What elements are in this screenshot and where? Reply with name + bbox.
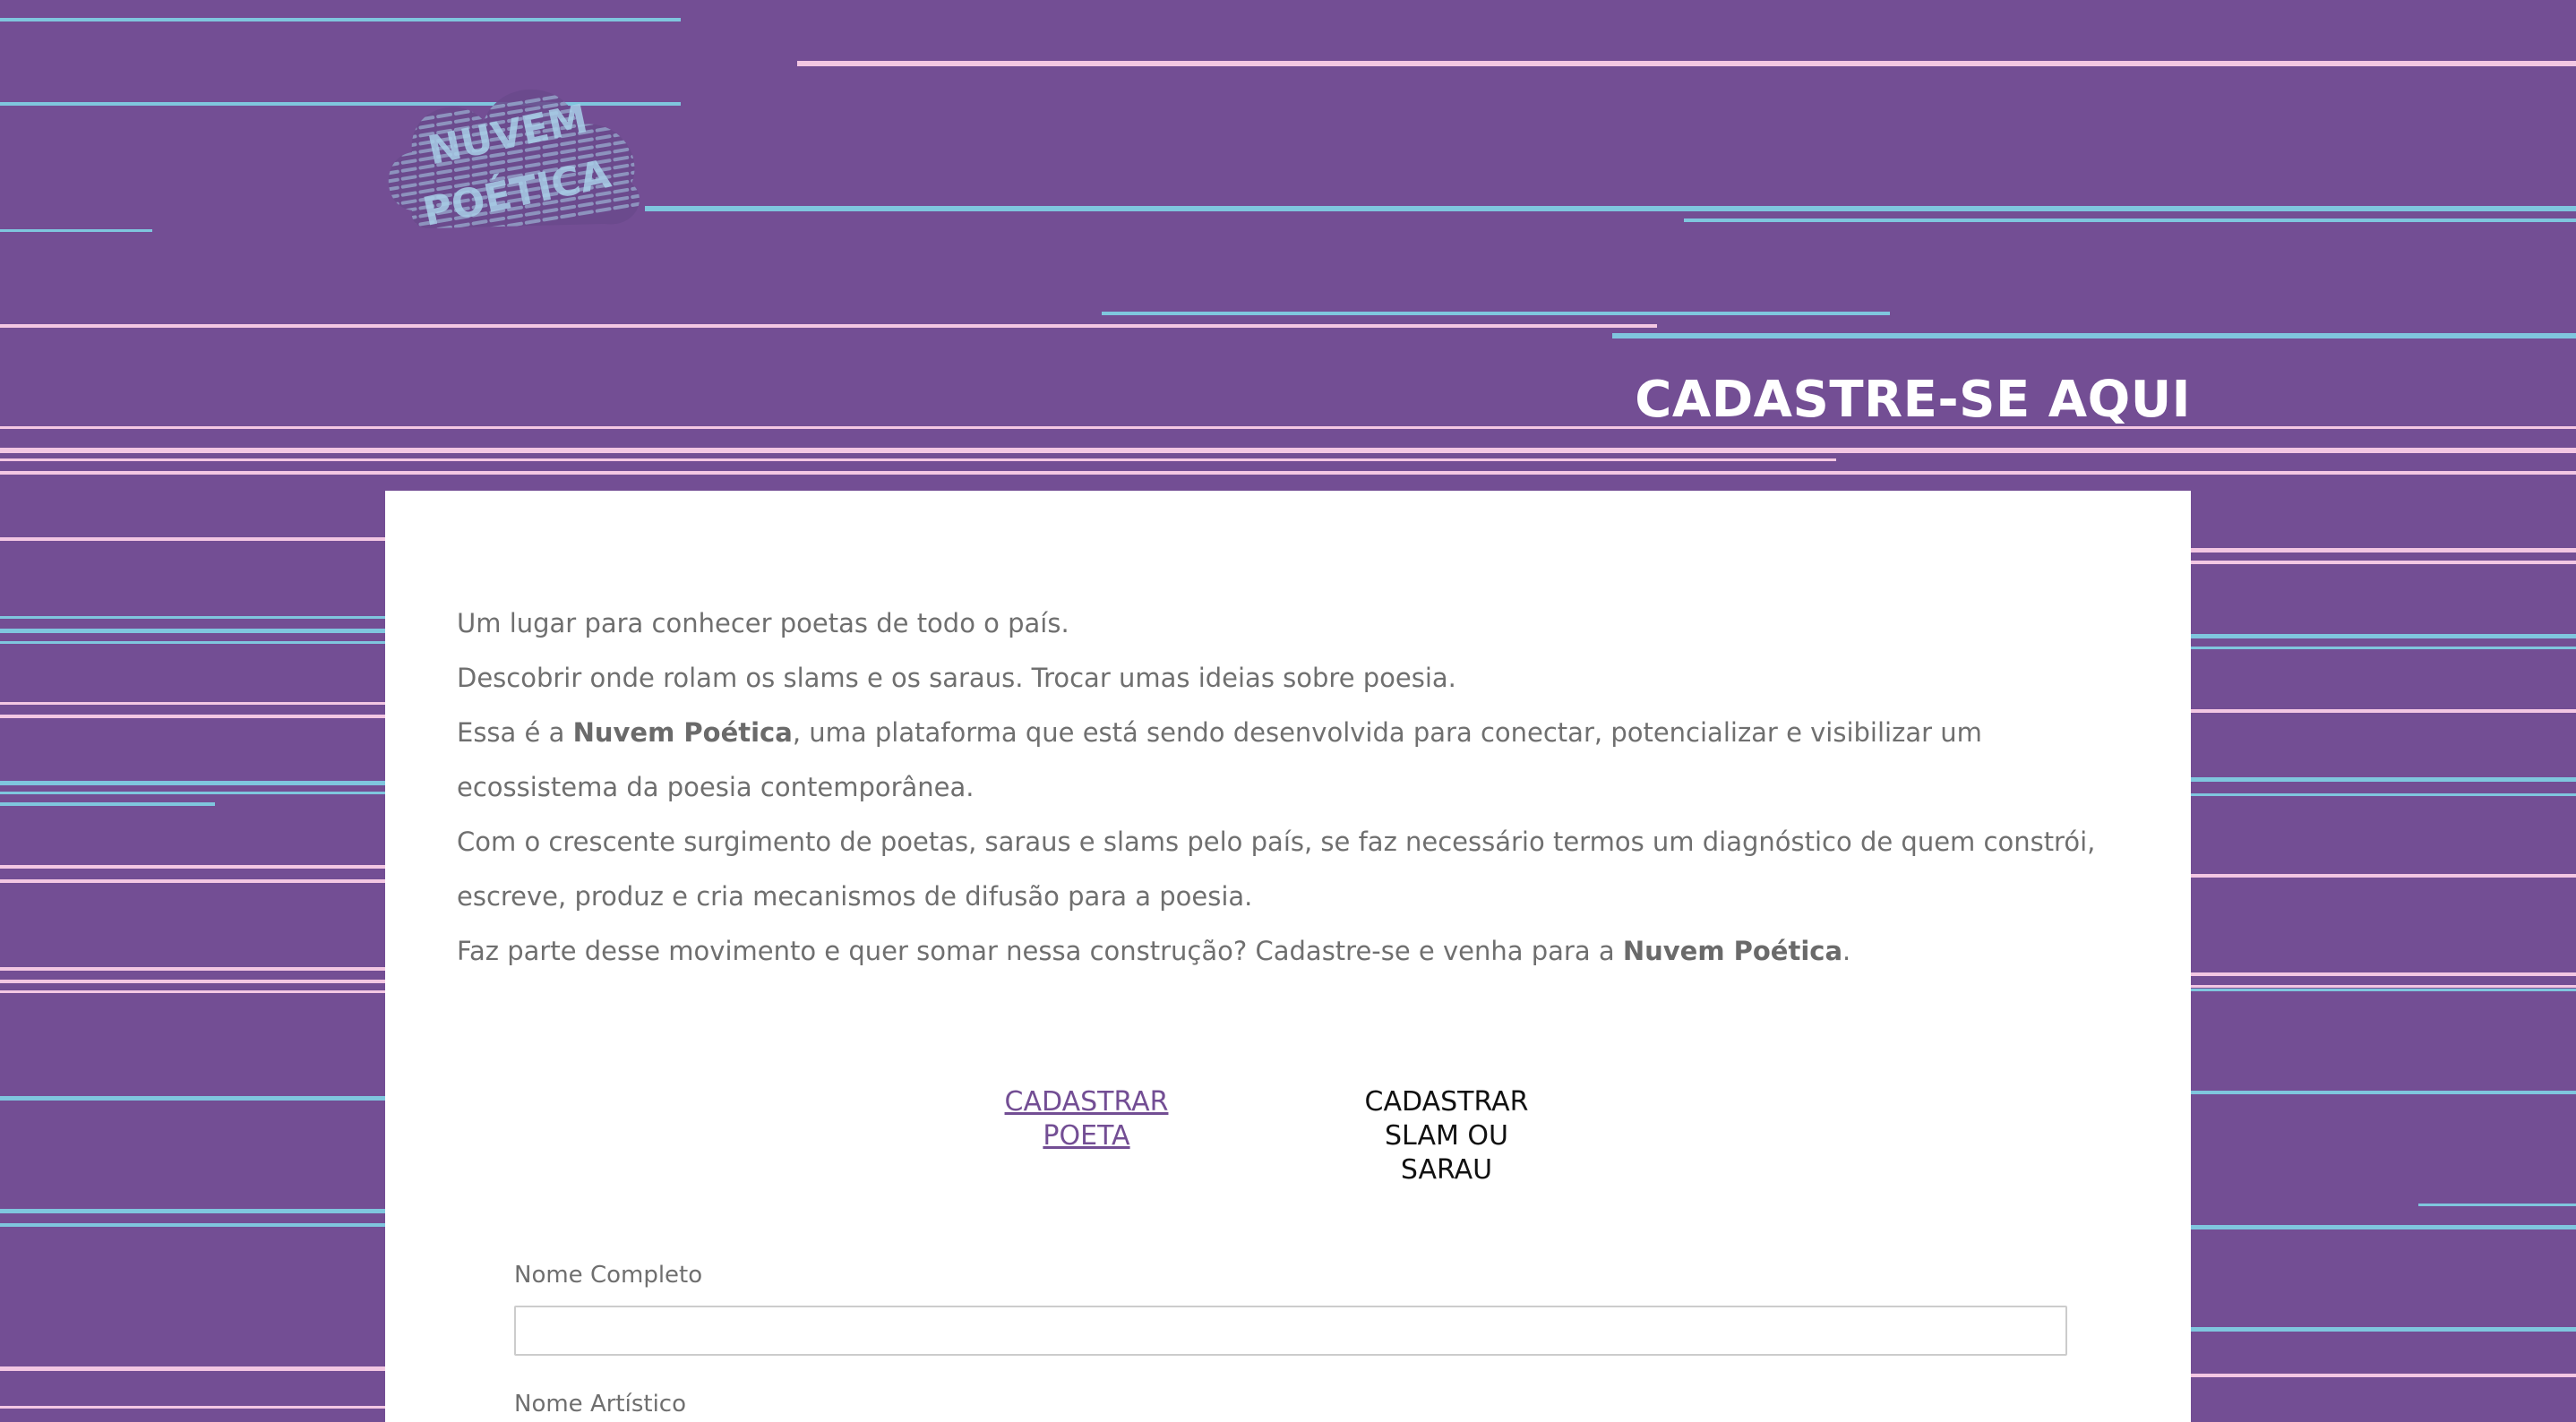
background-stripe	[0, 324, 1657, 328]
background-stripe	[2191, 1225, 2576, 1229]
background-stripe	[2418, 1204, 2576, 1206]
background-stripe	[0, 471, 2576, 475]
background-stripe	[2191, 561, 2576, 564]
background-stripe	[2191, 989, 2576, 991]
background-stripe	[0, 802, 215, 806]
intro-line-2: Descobrir onde rolam os slams e os sarau…	[457, 663, 1456, 693]
intro-text: Um lugar para conhecer poetas de todo o …	[457, 596, 2132, 979]
intro-line-3: Essa é a Nuvem Poética, uma plataforma q…	[457, 706, 2132, 815]
background-stripe	[1612, 333, 2576, 338]
background-stripe	[0, 1096, 385, 1101]
background-stripe	[0, 1406, 385, 1409]
background-stripe	[2191, 548, 2576, 553]
intro-line-4: Com o crescente surgimento de poetas, sa…	[457, 827, 2096, 912]
background-stripe	[0, 1223, 385, 1227]
nome-completo-input[interactable]	[514, 1306, 2067, 1356]
intro-line-5-pre: Faz parte desse movimento e quer somar n…	[457, 936, 1623, 966]
background-stripe	[2191, 1374, 2576, 1377]
background-stripe	[1684, 218, 2576, 222]
intro-line-3-pre: Essa é a	[457, 717, 573, 748]
background-stripe	[0, 879, 385, 883]
intro-line-1: Um lugar para conhecer poetas de todo o …	[457, 608, 1069, 638]
background-stripe	[0, 865, 385, 869]
background-stripe	[2191, 985, 2576, 988]
background-stripe	[0, 18, 681, 21]
background-stripe	[0, 1366, 385, 1371]
background-stripe	[0, 641, 385, 644]
background-stripe	[0, 967, 385, 971]
background-stripe	[2191, 1327, 2576, 1332]
cadastrar-slam-line1: CADASTRAR	[1364, 1086, 1529, 1118]
background-stripe	[1102, 312, 1890, 315]
intro-line-5: Faz parte desse movimento e quer somar n…	[457, 924, 2132, 979]
intro-brand-name: Nuvem Poética	[572, 717, 793, 748]
background-stripe	[0, 537, 385, 541]
cadastrar-poeta-line2: POETA	[1043, 1120, 1130, 1152]
cadastrar-poeta-line1: CADASTRAR	[1004, 1086, 1169, 1118]
registration-card: Um lugar para conhecer poetas de todo o …	[385, 491, 2191, 1422]
background-stripe	[645, 206, 2576, 211]
intro-brand-name-2: Nuvem Poética	[1622, 936, 1843, 966]
background-stripe	[0, 715, 385, 718]
background-stripe	[2191, 793, 2576, 796]
background-stripe	[0, 781, 385, 785]
background-stripe	[0, 1209, 385, 1213]
intro-line-5-post: .	[1842, 936, 1851, 966]
background-stripe	[2191, 634, 2576, 638]
background-stripe	[2191, 777, 2576, 782]
background-stripe	[2191, 972, 2576, 976]
cadastrar-slam-line2: SLAM OU	[1385, 1120, 1508, 1152]
background-stripe	[2191, 709, 2576, 713]
background-stripe	[2191, 1091, 2576, 1094]
cadastrar-slam-sarau-tab[interactable]: CADASTRAR SLAM OU SARAU	[1361, 1085, 1532, 1187]
nuvem-poetica-logo: NUVEM POÉTICA	[388, 89, 640, 236]
background-stripe	[0, 616, 385, 619]
background-stripe	[0, 448, 2576, 453]
background-stripe	[2191, 874, 2576, 878]
background-stripe	[2191, 647, 2576, 649]
background-stripe	[0, 629, 385, 633]
background-stripe	[0, 702, 385, 705]
page-title: CADASTRE-SE AQUI	[1635, 371, 2191, 429]
nome-completo-label: Nome Completo	[514, 1262, 703, 1289]
cadastrar-slam-line3: SARAU	[1400, 1154, 1493, 1186]
nome-artistico-label: Nome Artístico	[514, 1391, 687, 1418]
background-stripe	[0, 980, 385, 983]
background-stripe	[797, 61, 2576, 66]
background-stripe	[0, 229, 152, 232]
cadastrar-poeta-link[interactable]: CADASTRAR POETA	[985, 1085, 1188, 1153]
background-stripe	[0, 792, 385, 794]
background-stripe	[0, 990, 385, 993]
background-stripe	[0, 458, 1836, 461]
